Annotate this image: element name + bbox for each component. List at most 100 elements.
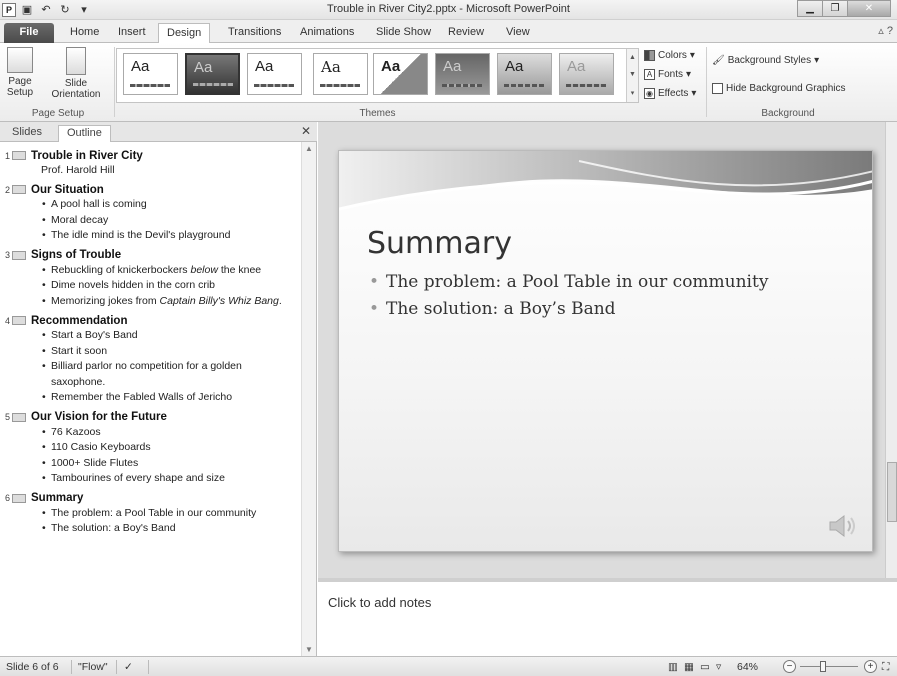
themes-group-label: Themes [359, 108, 396, 119]
theme-office[interactable]: Aa [123, 53, 178, 95]
reading-view-icon[interactable]: ▭ [700, 661, 710, 673]
slide-orientation-button[interactable]: Slide Orientation [40, 47, 112, 100]
tab-home[interactable]: Home [62, 23, 107, 43]
slide-show-icon[interactable]: ▿ [716, 661, 721, 673]
theme-6[interactable]: Aa [497, 53, 552, 95]
outline-bullet[interactable]: 1000+ Slide Flutes [0, 456, 302, 472]
outline-bullet[interactable]: Start it soon [0, 344, 302, 360]
outline-bullet[interactable]: Tambourines of every shape and size [0, 471, 302, 487]
slide-sorter-icon[interactable]: ▦ [684, 661, 694, 673]
notes-pane[interactable]: Click to add notes [318, 578, 897, 656]
outline-slide-4[interactable]: 4Recommendation Start a Boy's Band Start… [0, 313, 302, 406]
current-slide[interactable]: Summary The problem: a Pool Table in our… [338, 150, 873, 552]
outline-bullet[interactable]: 76 Kazoos [0, 425, 302, 441]
close-pane-icon[interactable]: ✕ [301, 124, 311, 138]
outline-slide-title[interactable]: Recommendation [31, 315, 128, 327]
effects-icon: ◉ [644, 88, 655, 99]
tab-slides[interactable]: Slides [4, 125, 50, 142]
slide-title[interactable]: Summary [367, 226, 512, 261]
slide-editing-area: Summary The problem: a Pool Table in our… [318, 122, 897, 578]
outline-bullet[interactable]: Start a Boy's Band [0, 328, 302, 344]
outline-bullet[interactable]: The idle mind is the Devil's playground [0, 228, 302, 244]
tab-file[interactable]: File [4, 23, 54, 43]
window-controls: ▁ ❐ ✕ [797, 0, 891, 17]
tab-design[interactable]: Design [158, 23, 211, 43]
scroll-down-icon[interactable]: ▼ [629, 71, 636, 78]
slide-icon [12, 412, 26, 422]
outline-bullet[interactable]: Remember the Fabled Walls of Jericho [0, 390, 302, 406]
outline-slide-title[interactable]: Our Vision for the Future [31, 411, 167, 423]
spell-check-icon[interactable]: ✓ [124, 661, 133, 673]
ribbon-design: Page Setup Slide Orientation Page Setup … [0, 43, 897, 122]
speaker-icon[interactable] [828, 513, 862, 539]
close-icon[interactable]: ✕ [847, 0, 891, 17]
outline-bullet[interactable]: The problem: a Pool Table in our communi… [0, 506, 302, 522]
theme-current-flow[interactable]: Aa [185, 53, 240, 95]
paint-bucket-icon: 🖌 [712, 55, 725, 66]
normal-view-icon[interactable]: ▥ [668, 661, 678, 673]
colors-button[interactable]: Colors ▾ [644, 50, 695, 61]
outline-slide-6[interactable]: 6Summary The problem: a Pool Table in ou… [0, 491, 302, 537]
notes-placeholder[interactable]: Click to add notes [328, 595, 431, 610]
tab-transitions[interactable]: Transitions [220, 23, 289, 43]
tab-view[interactable]: View [498, 23, 538, 43]
theme-2[interactable]: Aa [247, 53, 302, 95]
fit-to-window-icon[interactable]: ⛶ [882, 661, 889, 674]
theme-3[interactable]: Aa [313, 53, 368, 95]
outline-bullet[interactable]: The solution: a Boy's Band [0, 521, 302, 537]
more-themes-icon[interactable]: ▾ [631, 89, 635, 97]
outline-bullet[interactable]: Billiard parlor no competition for a gol… [0, 359, 302, 390]
zoom-slider[interactable] [800, 666, 858, 667]
scroll-up-icon[interactable]: ▲ [305, 144, 313, 153]
effects-button[interactable]: ◉ Effects ▾ [644, 88, 696, 99]
scroll-thumb[interactable] [887, 462, 897, 522]
help-icon[interactable]: ▵ ? [878, 24, 893, 37]
background-group-label: Background [761, 108, 815, 119]
outline-bullet[interactable]: Dime novels hidden in the corn crib [0, 278, 302, 294]
slide-scrollbar[interactable] [885, 122, 897, 578]
outline-scrollbar[interactable]: ▲ ▼ [301, 142, 316, 656]
zoom-in-icon[interactable]: + [864, 660, 877, 673]
slide-bullet[interactable]: The solution: a Boy’s Band [367, 296, 768, 323]
outline-view[interactable]: 1 Trouble in River City Prof. Harold Hill… [0, 142, 302, 656]
outline-slide-5[interactable]: 5Our Vision for the Future 76 Kazoos 110… [0, 410, 302, 487]
slide-content[interactable]: The problem: a Pool Table in our communi… [367, 269, 768, 323]
outline-slide-title[interactable]: Our Situation [31, 184, 104, 196]
page-setup-button[interactable]: Page Setup [4, 47, 36, 98]
tab-animations[interactable]: Animations [292, 23, 362, 43]
tab-review[interactable]: Review [440, 23, 492, 43]
outline-slide-3[interactable]: 3Signs of Trouble Rebuckling of knickerb… [0, 248, 302, 310]
tab-outline[interactable]: Outline [58, 125, 111, 142]
outline-slide-1[interactable]: 1 Trouble in River City Prof. Harold Hill [0, 148, 302, 178]
outline-slide-title[interactable]: Trouble in River City [31, 150, 143, 162]
ribbon-tabs: File Home Insert Design Transitions Anim… [0, 20, 897, 43]
slide-bullet[interactable]: The problem: a Pool Table in our communi… [367, 269, 768, 296]
scroll-down-icon[interactable]: ▼ [305, 645, 313, 654]
slide-header-swoosh [339, 151, 872, 211]
outline-bullet[interactable]: Moral decay [0, 213, 302, 229]
zoom-out-icon[interactable]: − [783, 660, 796, 673]
theme-7[interactable]: Aa [559, 53, 614, 95]
outline-bullet[interactable]: Rebuckling of knickerbockers below the k… [0, 263, 302, 279]
background-styles-button[interactable]: 🖌 Background Styles ▾ [712, 55, 819, 66]
fonts-button[interactable]: A Fonts ▾ [644, 69, 691, 80]
restore-icon[interactable]: ❐ [822, 0, 848, 17]
hide-background-graphics-checkbox[interactable]: Hide Background Graphics [712, 83, 846, 94]
zoom-slider-handle[interactable] [820, 661, 826, 672]
theme-4[interactable]: Aa [373, 53, 428, 95]
tab-slide-show[interactable]: Slide Show [368, 23, 439, 43]
zoom-level[interactable]: 64% [737, 661, 758, 673]
themes-scroll[interactable]: ▲ ▼ ▾ [626, 49, 638, 102]
outline-bullet[interactable]: A pool hall is coming [0, 197, 302, 213]
outline-slide-title[interactable]: Summary [31, 492, 83, 504]
outline-bullet[interactable]: 110 Casio Keyboards [0, 440, 302, 456]
slide-icon [12, 493, 26, 503]
outline-slide-title[interactable]: Signs of Trouble [31, 249, 121, 261]
outline-slide-2[interactable]: 2Our Situation A pool hall is coming Mor… [0, 182, 302, 244]
tab-insert[interactable]: Insert [110, 23, 154, 43]
theme-5[interactable]: Aa [435, 53, 490, 95]
minimize-icon[interactable]: ▁ [797, 0, 823, 17]
scroll-up-icon[interactable]: ▲ [629, 54, 636, 61]
outline-bullet[interactable]: Memorizing jokes from Captain Billy's Wh… [0, 294, 302, 310]
outline-subtitle[interactable]: Prof. Harold Hill [0, 163, 302, 178]
